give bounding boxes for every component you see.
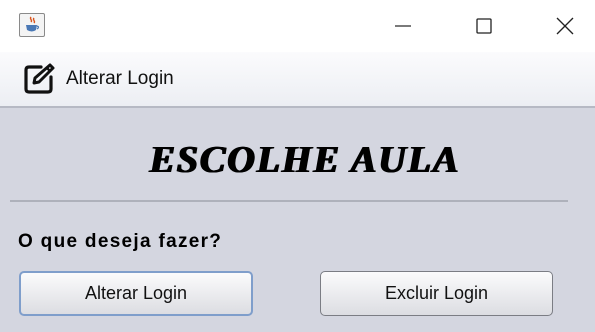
minimize-button[interactable] [376,0,430,52]
menu-item-alterar-login[interactable]: Alterar Login [22,60,174,98]
edit-icon [24,63,55,94]
divider [10,200,568,202]
close-button[interactable] [538,0,592,52]
maximize-icon [476,18,492,34]
minimize-icon [395,25,411,27]
maximize-button[interactable] [457,0,511,52]
close-icon [556,17,574,35]
menu-bar: Alterar Login [0,52,595,108]
alterar-login-button[interactable]: Alterar Login [19,271,253,316]
excluir-login-button[interactable]: Excluir Login [320,271,553,316]
java-cup-icon [19,13,45,37]
question-label: O que deseja fazer? [18,231,223,252]
title-bar [0,0,595,52]
menu-item-label: Alterar Login [66,68,174,89]
page-title: ESCOLHE AULA [149,139,461,181]
